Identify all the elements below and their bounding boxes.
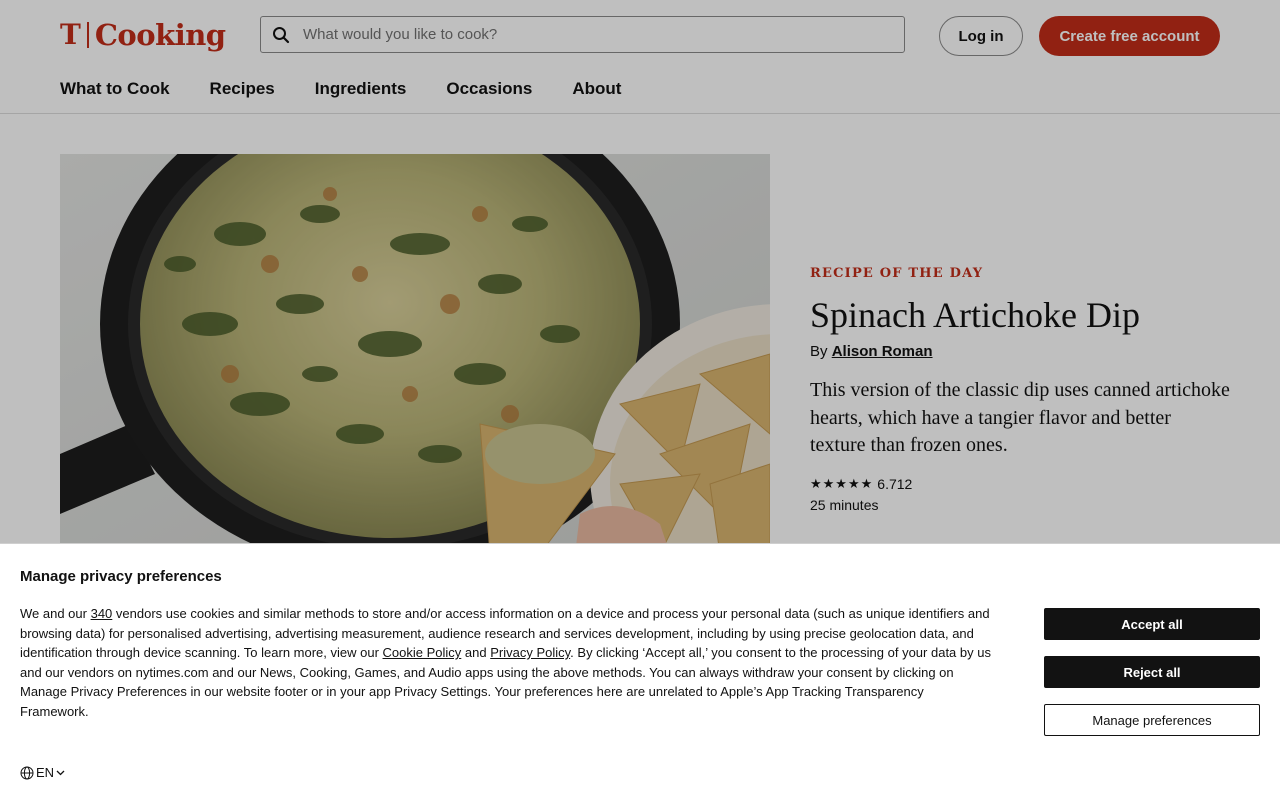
consent-text-part: and	[461, 645, 491, 660]
manage-preferences-button[interactable]: Manage preferences	[1044, 704, 1260, 736]
cookie-policy-link[interactable]: Cookie Policy	[383, 645, 462, 660]
consent-text: We and our 340 vendors use cookies and s…	[20, 604, 995, 721]
accept-all-button[interactable]: Accept all	[1044, 608, 1260, 640]
language-code: EN	[36, 765, 55, 780]
privacy-policy-link[interactable]: Privacy Policy	[490, 645, 570, 660]
privacy-consent-banner: Manage privacy preferences We and our 34…	[0, 543, 1280, 801]
consent-title: Manage privacy preferences	[20, 568, 222, 585]
vendor-count-link[interactable]: 340	[91, 606, 113, 621]
reject-all-button[interactable]: Reject all	[1044, 656, 1260, 688]
globe-icon	[20, 766, 34, 779]
chevron-down-icon	[56, 770, 65, 775]
consent-text-part: We and our	[20, 606, 91, 621]
language-selector[interactable]: EN	[20, 765, 65, 780]
